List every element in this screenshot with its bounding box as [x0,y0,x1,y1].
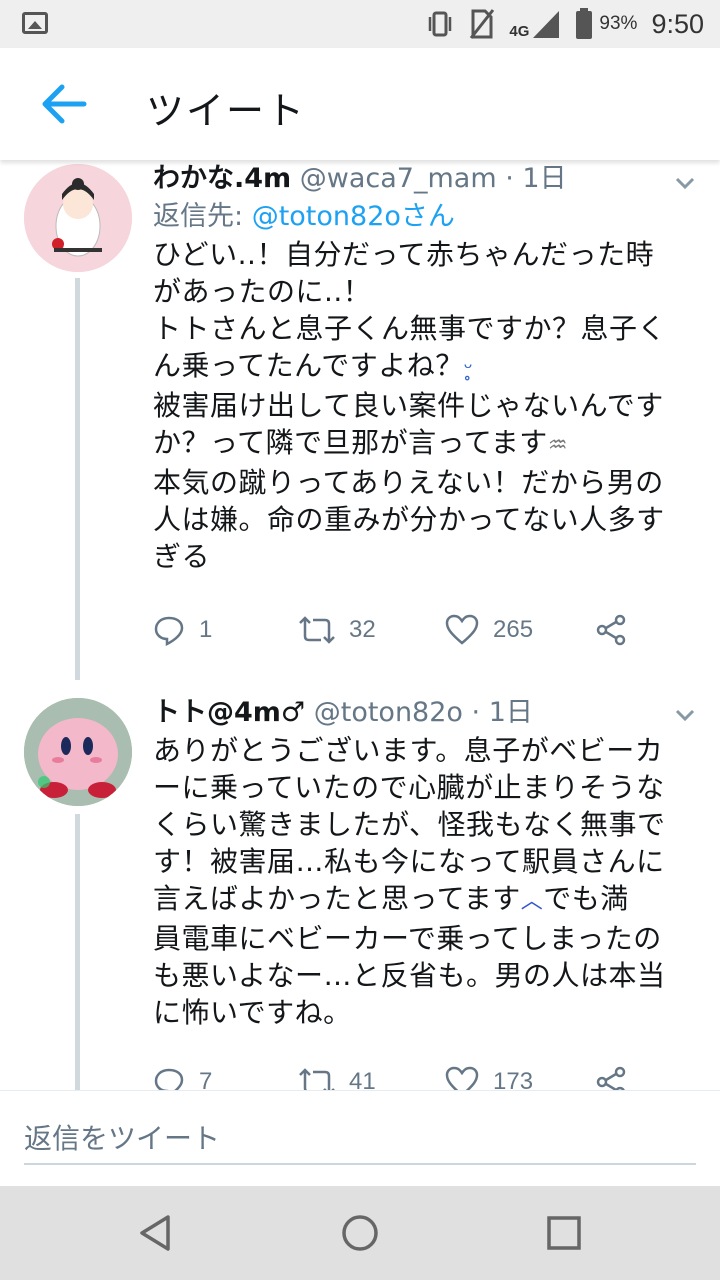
display-name[interactable]: トト@4m♂ [153,697,305,728]
nav-recents-icon[interactable] [544,1213,584,1253]
tweet-content: わかな.4m @waca7_mam · 1日 返信先: @toton82oさん … [153,160,705,575]
battery-percent: 93% [599,13,638,34]
app-header: ツイート [0,48,720,160]
chevron-down-icon[interactable] [674,704,696,726]
back-arrow-icon[interactable] [38,78,90,130]
battery-icon [576,8,593,39]
username[interactable]: @waca7_mam [300,163,497,194]
tweet-actions: 1 32 265 [153,614,673,654]
avatar[interactable] [24,698,132,806]
reply-button[interactable]: 7 [153,1066,212,1090]
tweet-author: わかな.4m @waca7_mam · 1日 [153,160,705,198]
sad-emoji: ︿ [520,889,544,914]
tweet-text-part: ひどい..！自分だって赤ちゃんだった時 があったのに..！ トトさんと息子くん無… [153,238,667,382]
like-button[interactable]: 173 [445,1066,533,1090]
image-icon [22,12,48,34]
retweet-icon [299,616,335,644]
reply-composer: 返信をツイート [0,1090,720,1186]
vibrate-icon [429,11,452,37]
nav-home-icon[interactable] [340,1213,380,1253]
heart-icon [445,614,479,645]
display-name[interactable]: わかな.4m [153,163,291,194]
thread-line [75,814,80,1090]
network-indicator: 4G [509,9,561,39]
sweat-emoji: ᵕ̥ [463,356,474,381]
like-button[interactable]: 265 [445,614,533,646]
tweet-text: ひどい..！自分だって赤ちゃんだった時 があったのに..！ トトさんと息子くん無… [153,236,705,575]
signal-icon [533,11,560,38]
network-type: 4G [509,23,530,40]
like-count: 265 [493,616,534,643]
reply-icon [154,1068,184,1090]
reply-input[interactable]: 返信をツイート [24,1113,696,1165]
nav-back-icon[interactable] [136,1213,176,1253]
timestamp: · 1日 [505,163,567,194]
tweet-text-part: 本気の蹴りってありえない！だから男の 人は嫌。命の重みが分かってない人多す ぎる [153,466,665,573]
wave-emoji: ♒ [547,433,569,458]
retweet-button[interactable]: 41 [299,1066,376,1090]
reply-button[interactable]: 1 [153,614,212,646]
reply-count: 7 [199,1068,213,1090]
retweet-button[interactable]: 32 [299,614,376,646]
tweet-content: トト@4m♂ @toton82o · 1日 ありがとうございます。息子がベビーカ… [153,694,705,1031]
retweet-icon [299,1068,335,1090]
reply-count: 1 [199,616,213,643]
share-button[interactable] [595,614,627,646]
status-icons: 4G 93% 9:50 [427,6,704,42]
tweet-text-part: 被害届け出して良い案件じゃないんです か？って隣で旦那が言ってます [153,389,664,459]
page-title: ツイート [146,89,307,133]
system-nav-bar [0,1186,720,1280]
like-count: 173 [493,1068,534,1090]
reply-label: 返信先: [153,201,252,232]
status-bar: 4G 93% 9:50 [0,0,720,48]
tweet-text: ありがとうございます。息子がベビーカ ーに乗っていたので心臓が止まりそうな くら… [153,732,705,1031]
share-icon [596,614,626,646]
retweet-count: 41 [349,1068,376,1090]
avatar-image [24,164,132,272]
heart-icon [445,1066,479,1090]
tweet-actions: 7 41 173 [153,1066,673,1090]
thread-line [75,278,80,680]
share-icon [596,1066,626,1090]
reply-to-link[interactable]: @toton82oさん [252,201,455,232]
reply-context: 返信先: @toton82oさん [153,198,705,236]
retweet-count: 32 [349,616,376,643]
no-sim-icon [470,9,495,39]
chevron-down-icon[interactable] [674,172,696,194]
reply-icon [154,616,184,646]
username[interactable]: @toton82o [314,697,463,728]
tweet-author: トト@4m♂ @toton82o · 1日 [153,694,705,732]
timestamp: · 1日 [471,697,533,728]
share-button[interactable] [595,1066,627,1090]
tweet-thread[interactable]: わかな.4m @waca7_mam · 1日 返信先: @toton82oさん … [0,160,720,1090]
avatar[interactable] [24,164,132,272]
clock: 9:50 [651,8,704,39]
avatar-image [24,698,132,806]
